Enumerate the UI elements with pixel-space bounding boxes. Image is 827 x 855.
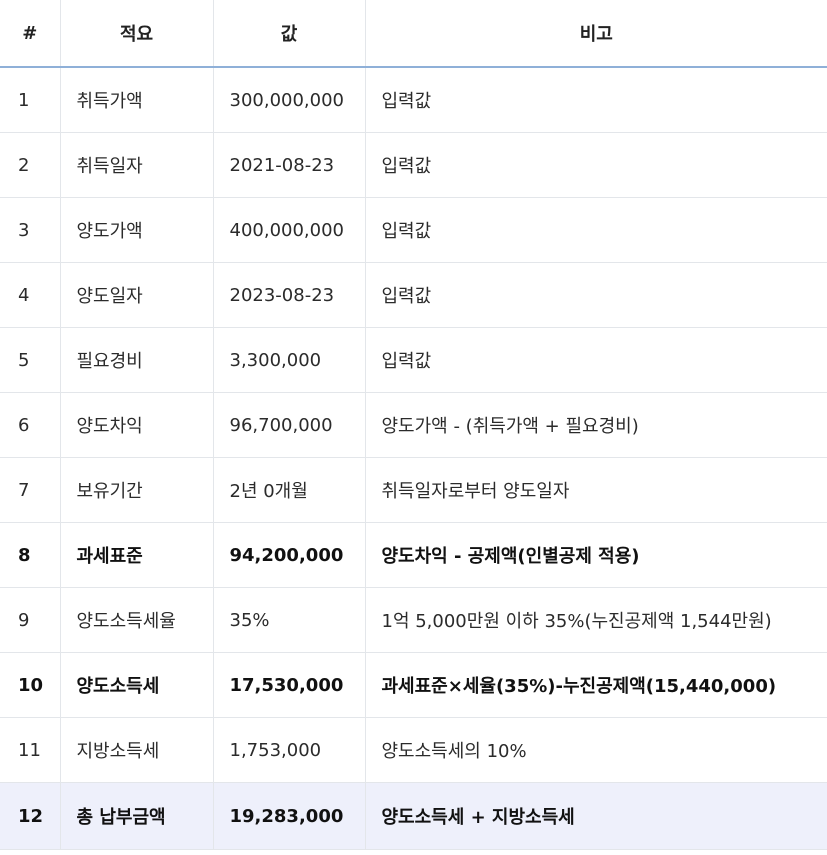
row-note-cell: 양도소득세 + 지방소득세 — [365, 782, 827, 850]
row-number-cell: 5 — [0, 327, 61, 393]
row-value-cell: 2021-08-23 — [213, 132, 366, 198]
row-value-cell: 3,300,000 — [213, 327, 366, 393]
row-number-cell: 9 — [0, 587, 61, 653]
row-note-cell: 입력값 — [365, 327, 827, 393]
row-note-cell: 입력값 — [365, 262, 827, 328]
row-item-cell: 양도가액 — [60, 197, 214, 263]
row-item-cell: 취득일자 — [60, 132, 214, 198]
tax-calculation-table: # 적요 값 비고 1 취득가액 300,000,000 입력값 2 취득일자 2021-0… — [0, 0, 827, 850]
row-value-cell: 2년 0개월 — [213, 457, 366, 523]
row-item-cell: 과세표준 — [60, 522, 214, 588]
header-item: 적요 — [60, 0, 214, 68]
table-row: 3 양도가액 400,000,000 입력값 — [0, 197, 827, 263]
row-note-cell: 1억 5,000만원 이하 35%(누진공제액 1,544만원) — [365, 587, 827, 653]
row-note-cell: 양도소득세의 10% — [365, 717, 827, 783]
row-number-cell: 4 — [0, 262, 61, 328]
table-row: 9 양도소득세율 35% 1억 5,000만원 이하 35%(누진공제액 1,544만… — [0, 587, 827, 653]
row-item-cell: 지방소득세 — [60, 717, 214, 783]
row-note-cell: 입력값 — [365, 67, 827, 133]
row-note-cell: 입력값 — [365, 132, 827, 198]
row-value-cell: 400,000,000 — [213, 197, 366, 263]
table-row: 4 양도일자 2023-08-23 입력값 — [0, 262, 827, 328]
row-value-cell: 94,200,000 — [213, 522, 366, 588]
row-value-cell: 2023-08-23 — [213, 262, 366, 328]
table-row: 5 필요경비 3,300,000 입력값 — [0, 327, 827, 393]
row-number-cell: 11 — [0, 717, 61, 783]
row-item-cell: 양도차익 — [60, 392, 214, 458]
table-row: 10 양도소득세 17,530,000 과세표준×세율(35%)-누진공제액(15,4… — [0, 652, 827, 718]
table-row: 6 양도차익 96,700,000 양도가액 - (취득가액 + 필요경비) — [0, 392, 827, 458]
row-value-cell: 300,000,000 — [213, 67, 366, 133]
row-item-cell: 총 납부금액 — [60, 782, 214, 850]
row-item-cell: 양도소득세율 — [60, 587, 214, 653]
row-item-cell: 양도소득세 — [60, 652, 214, 718]
row-value-cell: 35% — [213, 587, 366, 653]
table-row: 12 총 납부금액 19,283,000 양도소득세 + 지방소득세 — [0, 782, 827, 850]
row-item-cell: 양도일자 — [60, 262, 214, 328]
row-note-cell: 양도가액 - (취득가액 + 필요경비) — [365, 392, 827, 458]
row-value-cell: 19,283,000 — [213, 782, 366, 850]
row-item-cell: 필요경비 — [60, 327, 214, 393]
row-number-cell: 7 — [0, 457, 61, 523]
row-number-cell: 8 — [0, 522, 61, 588]
row-number-cell: 10 — [0, 652, 61, 718]
header-number: # — [0, 0, 61, 68]
row-note-cell: 양도차익 - 공제액(인별공제 적용) — [365, 522, 827, 588]
row-value-cell: 17,530,000 — [213, 652, 366, 718]
table-body: 1 취득가액 300,000,000 입력값 2 취득일자 2021-08-23 입력값 3 양도… — [0, 67, 827, 850]
table-row: 1 취득가액 300,000,000 입력값 — [0, 67, 827, 133]
row-number-cell: 12 — [0, 782, 61, 850]
row-number-cell: 2 — [0, 132, 61, 198]
row-note-cell: 취득일자로부터 양도일자 — [365, 457, 827, 523]
row-value-cell: 1,753,000 — [213, 717, 366, 783]
header-row: # 적요 값 비고 — [0, 0, 827, 68]
row-value-cell: 96,700,000 — [213, 392, 366, 458]
row-number-cell: 1 — [0, 67, 61, 133]
row-number-cell: 6 — [0, 392, 61, 458]
row-item-cell: 보유기간 — [60, 457, 214, 523]
table-row: 7 보유기간 2년 0개월 취득일자로부터 양도일자 — [0, 457, 827, 523]
table-row: 2 취득일자 2021-08-23 입력값 — [0, 132, 827, 198]
row-note-cell: 과세표준×세율(35%)-누진공제액(15,440,000) — [365, 652, 827, 718]
table-header: # 적요 값 비고 — [0, 0, 827, 68]
table-row: 8 과세표준 94,200,000 양도차익 - 공제액(인별공제 적용) — [0, 522, 827, 588]
row-item-cell: 취득가액 — [60, 67, 214, 133]
row-number-cell: 3 — [0, 197, 61, 263]
row-note-cell: 입력값 — [365, 197, 827, 263]
header-note: 비고 — [365, 0, 827, 68]
header-value: 값 — [213, 0, 366, 68]
table-row: 11 지방소득세 1,753,000 양도소득세의 10% — [0, 717, 827, 783]
